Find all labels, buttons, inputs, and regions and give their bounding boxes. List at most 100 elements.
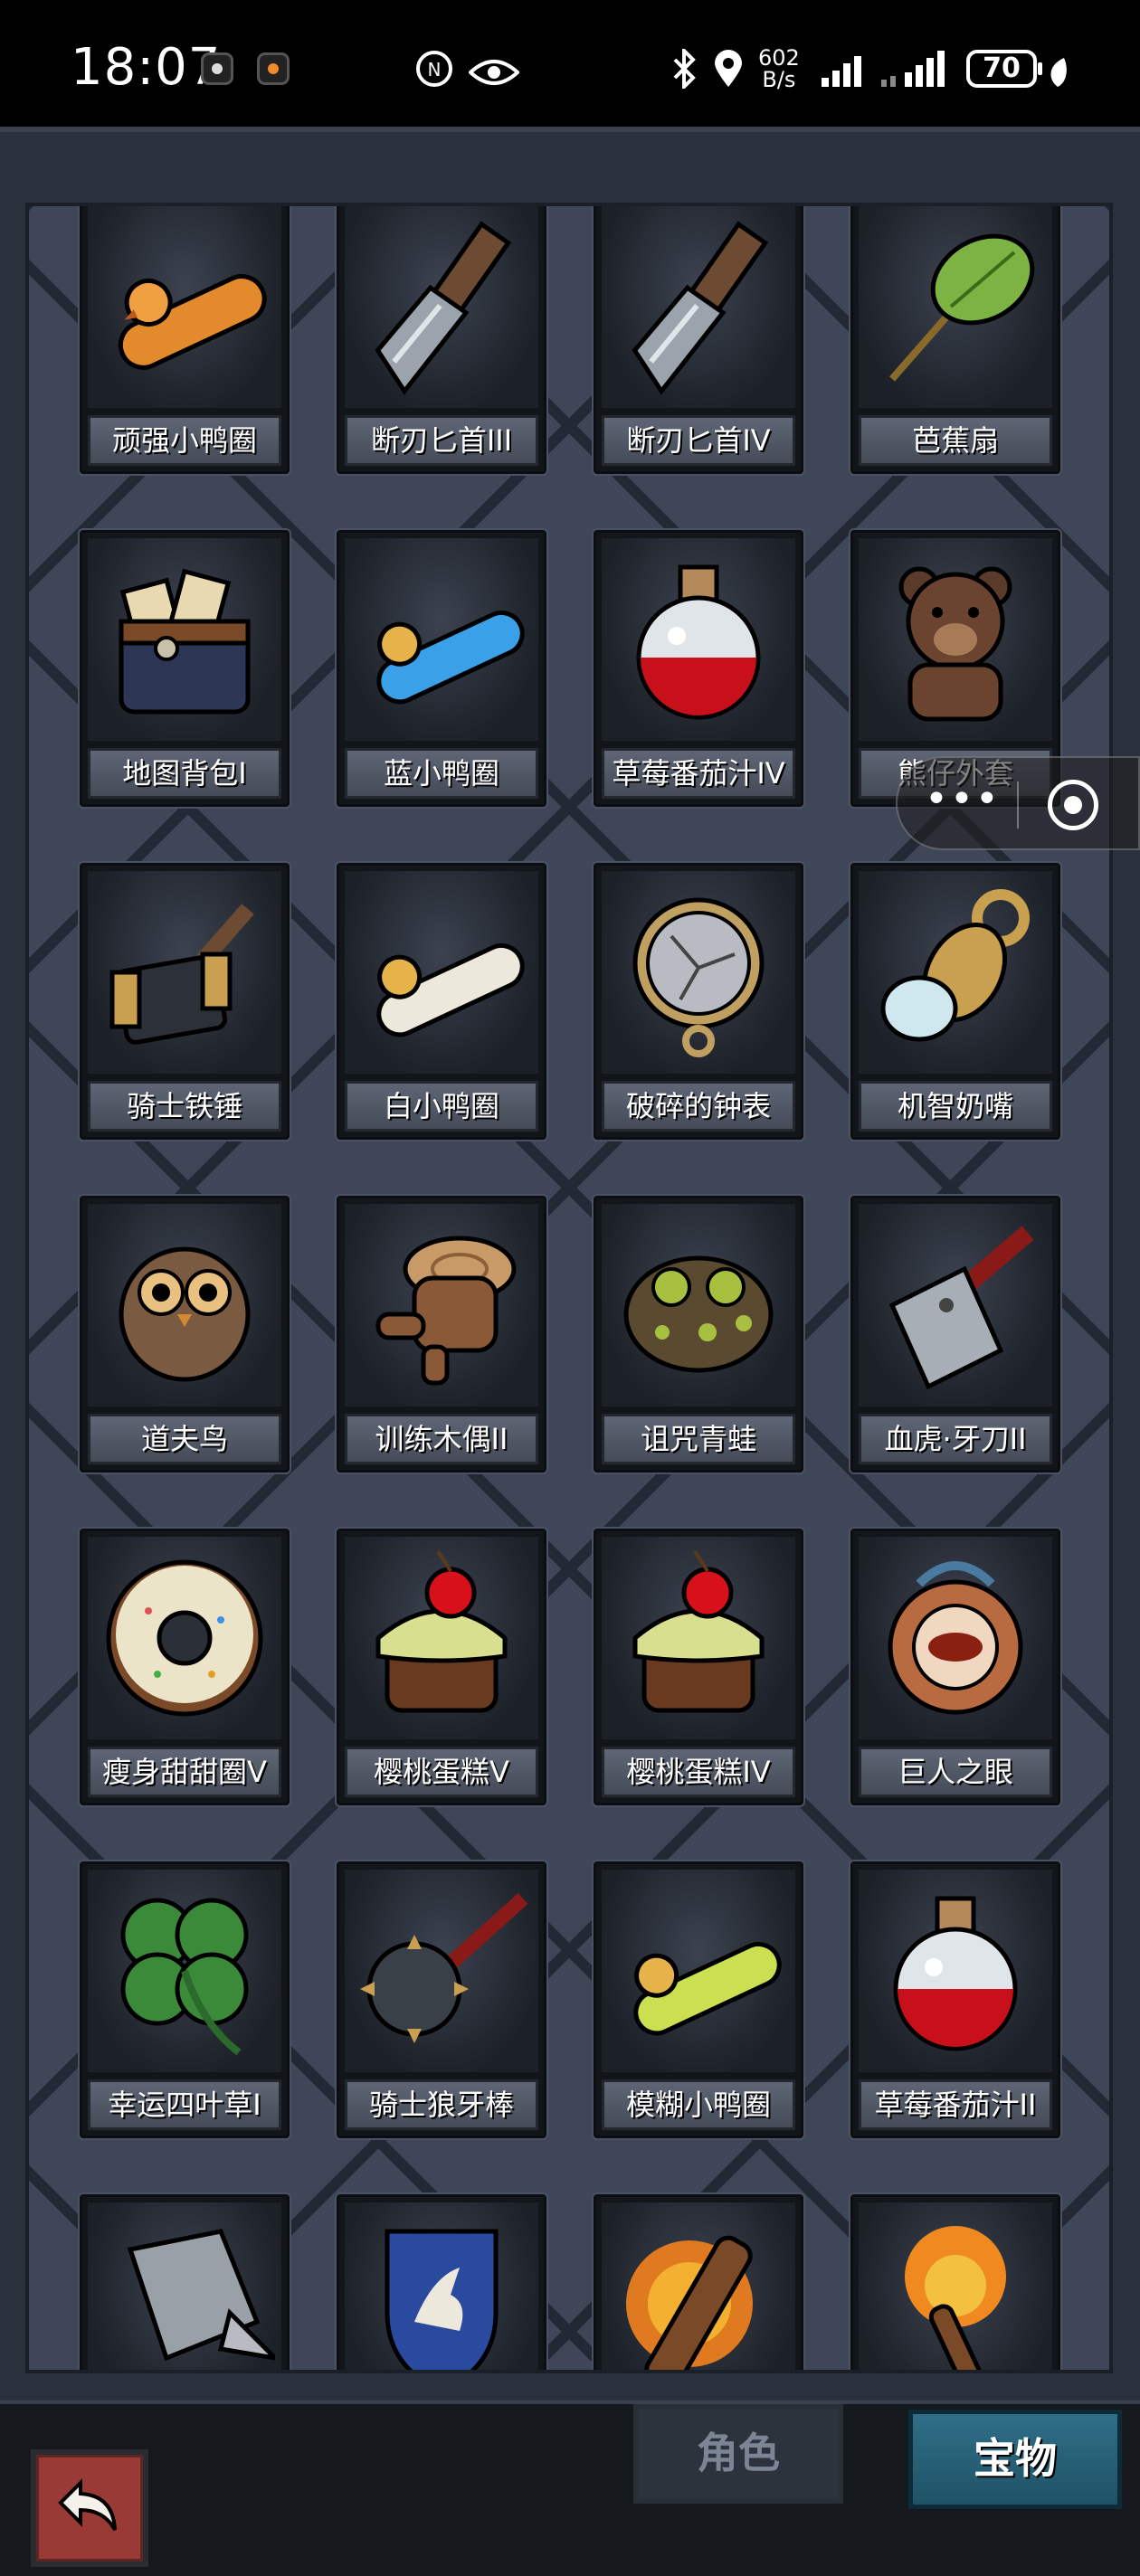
status-time: 18:07: [71, 38, 222, 97]
bottom-bar: 角色 宝物: [0, 2401, 1140, 2576]
item-label: 道夫鸟: [88, 1414, 281, 1464]
item-card[interactable]: 芭蕉扇: [850, 206, 1060, 474]
item-card[interactable]: 道夫鸟: [80, 1196, 290, 1473]
signal-icon: [879, 51, 952, 97]
item-card[interactable]: 训练木偶II: [337, 1196, 546, 1473]
orange-duck-ring-icon: [88, 206, 281, 408]
wooden-dummy-icon: [345, 1204, 538, 1406]
signal-icon: [820, 51, 870, 97]
item-label: 蓝小鸭圈: [345, 748, 538, 799]
pacifier-icon: [859, 871, 1052, 1074]
tab-treasure[interactable]: 宝物: [908, 2410, 1122, 2509]
donut-icon: [88, 1537, 281, 1739]
eye-icon: [468, 52, 520, 99]
notification-icon: [201, 52, 233, 85]
item-card[interactable]: [337, 2194, 546, 2370]
broken-dagger-icon: [345, 206, 538, 408]
unicorn-shield-icon: [345, 2202, 538, 2370]
item-card[interactable]: 瘦身甜甜圈V: [80, 1529, 290, 1805]
owl-icon: [88, 1204, 281, 1406]
item-label: 地图背包I: [88, 748, 281, 799]
item-card[interactable]: [594, 2194, 803, 2370]
back-button[interactable]: [31, 2449, 148, 2567]
mini-program-capsule: •••: [896, 756, 1140, 850]
item-card[interactable]: [850, 2194, 1060, 2370]
item-label: 断刃匕首IV: [602, 415, 795, 466]
inventory-frame: 顽强小鸭圈 断刃匕首III 断刃匕首IV 芭蕉扇 地图背包I 蓝小鸭圈 草莓番茄…: [0, 127, 1140, 2401]
broken-pocket-watch-icon: [602, 871, 795, 1074]
item-card[interactable]: 蓝小鸭圈: [337, 530, 546, 807]
cursed-frog-icon: [602, 1204, 795, 1406]
four-leaf-clover-icon: [88, 1870, 281, 2072]
cherry-cake-icon: [345, 1537, 538, 1739]
item-label: 血虎·牙刀II: [859, 1414, 1052, 1464]
cherry-cake-icon: [602, 1537, 795, 1739]
item-label: 断刃匕首III: [345, 415, 538, 466]
teddy-bear-icon: [859, 538, 1052, 741]
banana-leaf-fan-icon: [859, 206, 1052, 408]
item-card[interactable]: 草莓番茄汁II: [850, 1861, 1060, 2138]
item-grid[interactable]: 顽强小鸭圈 断刃匕首III 断刃匕首IV 芭蕉扇 地图背包I 蓝小鸭圈 草莓番茄…: [25, 203, 1113, 2373]
item-card[interactable]: 破碎的钟表: [594, 863, 803, 1140]
item-label: 模糊小鸭圈: [602, 2079, 795, 2130]
item-card[interactable]: 草莓番茄汁IV: [594, 530, 803, 807]
capsule-divider: [1017, 781, 1019, 829]
bluetooth-icon: [671, 46, 698, 99]
close-target-icon[interactable]: [1048, 780, 1098, 830]
nfc-icon: N: [414, 49, 454, 99]
network-speed: 602 B/s: [758, 45, 800, 92]
item-label: 训练木偶II: [345, 1414, 538, 1464]
item-label: 骑士铁锤: [88, 1081, 281, 1132]
flaming-torch-icon: [859, 2202, 1052, 2370]
item-card[interactable]: 幸运四叶草I: [80, 1861, 290, 2138]
red-potion-icon: [859, 1870, 1052, 2072]
giant-eye-amulet-icon: [859, 1537, 1052, 1739]
spiked-mace-icon: [345, 1870, 538, 2072]
item-card[interactable]: 血虎·牙刀II: [850, 1196, 1060, 1473]
item-card[interactable]: 断刃匕首IV: [594, 206, 803, 474]
item-label: 白小鸭圈: [345, 1081, 538, 1132]
item-card[interactable]: 诅咒青蛙: [594, 1196, 803, 1473]
item-label: 幸运四叶草I: [88, 2079, 281, 2130]
item-card[interactable]: 断刃匕首III: [337, 206, 546, 474]
item-card[interactable]: [80, 2194, 290, 2370]
more-options-icon[interactable]: •••: [925, 780, 1001, 819]
status-bar: 18:07 N 602 B/s 70: [0, 0, 1140, 127]
item-card[interactable]: 巨人之眼: [850, 1529, 1060, 1805]
item-card[interactable]: 骑士铁锤: [80, 863, 290, 1140]
item-card[interactable]: 骑士狼牙棒: [337, 1861, 546, 2138]
knight-hammer-icon: [88, 871, 281, 1074]
svg-text:N: N: [428, 59, 442, 80]
location-icon: [713, 49, 744, 99]
battery-indicator: 70: [966, 50, 1042, 88]
item-card[interactable]: 模糊小鸭圈: [594, 1861, 803, 2138]
item-card[interactable]: 樱桃蛋糕V: [337, 1529, 546, 1805]
item-card[interactable]: 机智奶嘴: [850, 863, 1060, 1140]
item-card[interactable]: 白小鸭圈: [337, 863, 546, 1140]
tab-role[interactable]: 角色: [633, 2404, 843, 2504]
item-label: 樱桃蛋糕IV: [602, 1747, 795, 1797]
item-label: 破碎的钟表: [602, 1081, 795, 1132]
leaf-icon: [1046, 52, 1069, 99]
blue-duck-ring-icon: [345, 538, 538, 741]
notification-icon: [257, 52, 290, 85]
white-duck-ring-icon: [345, 871, 538, 1074]
item-label: 机智奶嘴: [859, 1081, 1052, 1132]
back-arrow-icon: [58, 2478, 117, 2532]
broken-dagger-icon: [602, 206, 795, 408]
flaming-club-icon: [602, 2202, 795, 2370]
item-card[interactable]: 地图背包I: [80, 530, 290, 807]
item-label: 顽强小鸭圈: [88, 415, 281, 466]
item-label: 芭蕉扇: [859, 415, 1052, 466]
cleaver-icon: [859, 1204, 1052, 1406]
item-label: 草莓番茄汁IV: [602, 748, 795, 799]
map-backpack-icon: [88, 538, 281, 741]
item-card[interactable]: 顽强小鸭圈: [80, 206, 290, 474]
knight-gauntlet-icon: [88, 2202, 281, 2370]
red-potion-icon: [602, 538, 795, 741]
item-card[interactable]: 樱桃蛋糕IV: [594, 1529, 803, 1805]
yellow-duck-ring-icon: [602, 1870, 795, 2072]
item-label: 樱桃蛋糕V: [345, 1747, 538, 1797]
item-label: 巨人之眼: [859, 1747, 1052, 1797]
item-label: 瘦身甜甜圈V: [88, 1747, 281, 1797]
